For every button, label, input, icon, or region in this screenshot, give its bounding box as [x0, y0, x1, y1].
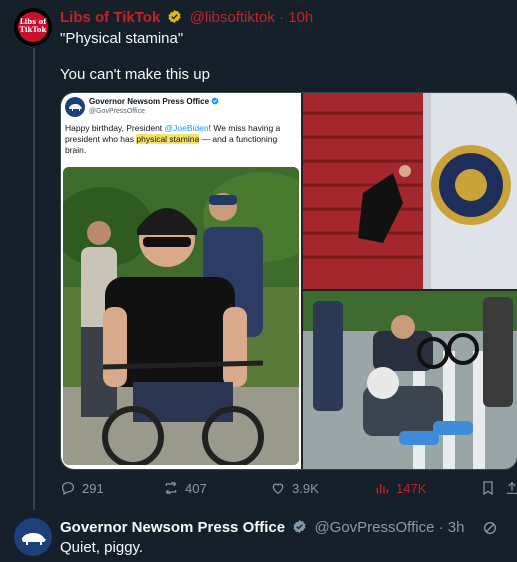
grok-icon[interactable]	[482, 520, 498, 536]
photo-airplane-stairs	[303, 93, 517, 289]
timestamp[interactable]: 10h	[288, 9, 313, 26]
heart-icon	[272, 483, 284, 495]
timestamp[interactable]: 3h	[448, 519, 465, 536]
avatar-logo-text: Libs of TikTok	[19, 17, 47, 34]
embedded-avatar	[65, 97, 85, 117]
tweet-line: "Physical stamina"	[60, 30, 184, 47]
verified-icon	[211, 97, 219, 105]
embedded-name: Governor Newsom Press Office	[89, 97, 219, 106]
embedded-handle: @GovPressOffice	[89, 108, 145, 115]
repost-icon	[165, 481, 177, 495]
tweet-actions: 291 407 3.9K 147K	[60, 480, 517, 498]
author-handle[interactable]: @GovPressOffice	[314, 519, 434, 536]
embedded-tweet-screenshot[interactable]: Governor Newsom Press Office @GovPressOf…	[61, 93, 301, 469]
verified-gold-icon	[168, 9, 182, 24]
tweet-media[interactable]: Governor Newsom Press Office @GovPressOf…	[60, 92, 517, 470]
avatar[interactable]	[14, 518, 52, 556]
photo-bike-fall	[303, 291, 517, 469]
repost-button[interactable]: 407	[163, 480, 207, 496]
author-name[interactable]: Governor Newsom Press Office	[60, 519, 285, 536]
like-count: 3.9K	[292, 480, 319, 496]
reply-count: 291	[82, 480, 104, 496]
tweet-header: Libs of TikTok @libsoftiktok · 10h	[60, 9, 314, 26]
repost-count: 407	[185, 480, 207, 496]
reply-icon	[62, 482, 74, 496]
bookmark-icon	[483, 481, 493, 496]
photo-bike-ride	[63, 167, 299, 465]
tweet-line: You can't make this up	[60, 66, 210, 83]
share-button[interactable]	[504, 480, 517, 496]
embedded-text: Happy birthday, President @JoeBiden! We …	[65, 123, 281, 155]
author-handle[interactable]: @libsoftiktok	[190, 9, 275, 26]
tweet-header: Governor Newsom Press Office @GovPressOf…	[60, 519, 465, 536]
tweet-text: Quiet, piggy.	[60, 539, 144, 556]
view-count: 147K	[396, 480, 427, 496]
views-button[interactable]: 147K	[374, 480, 426, 496]
bear-logo-icon	[22, 533, 46, 545]
avatar[interactable]: Libs of TikTok	[14, 8, 52, 46]
like-button[interactable]: 3.9K	[270, 480, 319, 496]
bookmark-button[interactable]	[480, 480, 496, 496]
thread-line	[33, 48, 35, 510]
share-icon	[506, 481, 517, 494]
reply-button[interactable]: 291	[60, 480, 104, 496]
views-chart-icon	[376, 484, 389, 494]
verified-gray-icon	[293, 519, 306, 534]
author-name[interactable]: Libs of TikTok	[60, 9, 160, 26]
tweet-text: "Physical stamina" You can't make this u…	[60, 29, 210, 85]
